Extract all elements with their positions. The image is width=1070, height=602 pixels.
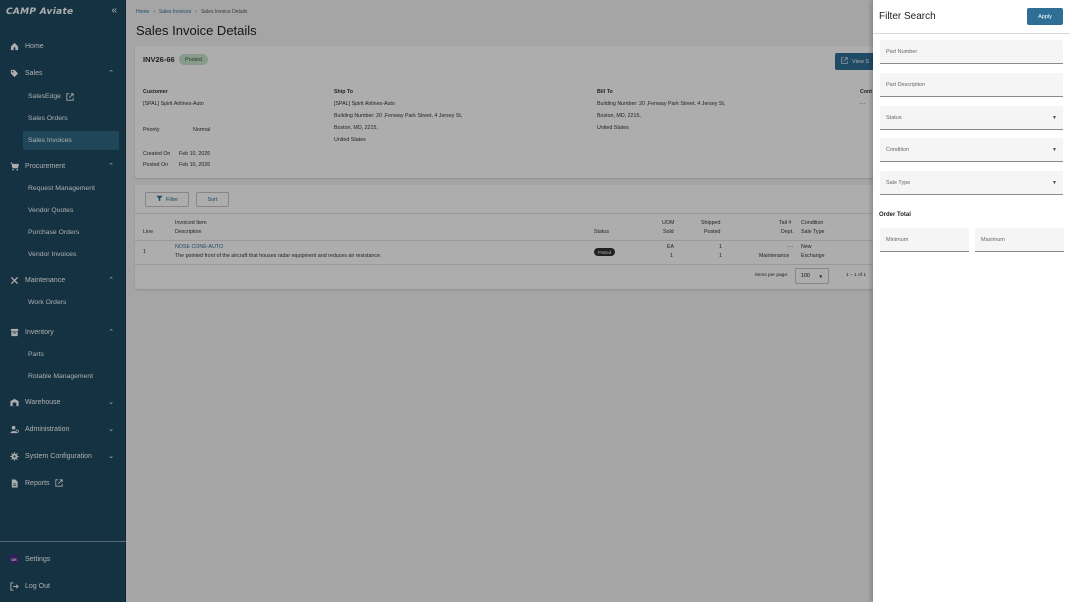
minimum-input[interactable]: Minimum [880, 228, 969, 252]
apply-button[interactable]: Apply [1027, 8, 1063, 25]
maximum-placeholder: Maximum [981, 236, 1005, 243]
sale-type-select[interactable]: Sale Type ▼ [880, 171, 1063, 195]
order-total-label: Order Total [879, 212, 911, 218]
part-description-input[interactable]: Part Description [880, 73, 1063, 97]
status-placeholder: Status [886, 114, 902, 121]
status-select[interactable]: Status ▼ [880, 106, 1063, 130]
modal-backdrop[interactable] [0, 0, 873, 602]
drawer-divider [873, 33, 1070, 34]
condition-select[interactable]: Condition ▼ [880, 138, 1063, 162]
dropdown-arrow-icon: ▼ [1052, 146, 1057, 153]
condition-placeholder: Condition [886, 146, 910, 153]
part-number-placeholder: Part Number [886, 48, 918, 55]
sale-type-placeholder: Sale Type [886, 179, 911, 186]
part-description-placeholder: Part Description [886, 81, 926, 88]
drawer-title: Filter Search [879, 11, 936, 22]
filter-drawer: Filter Search Apply Part Number Part Des… [873, 0, 1070, 602]
minimum-placeholder: Minimum [886, 236, 909, 243]
dropdown-arrow-icon: ▼ [1052, 179, 1057, 186]
maximum-input[interactable]: Maximum [975, 228, 1064, 252]
part-number-input[interactable]: Part Number [880, 40, 1063, 64]
dropdown-arrow-icon: ▼ [1052, 114, 1057, 121]
